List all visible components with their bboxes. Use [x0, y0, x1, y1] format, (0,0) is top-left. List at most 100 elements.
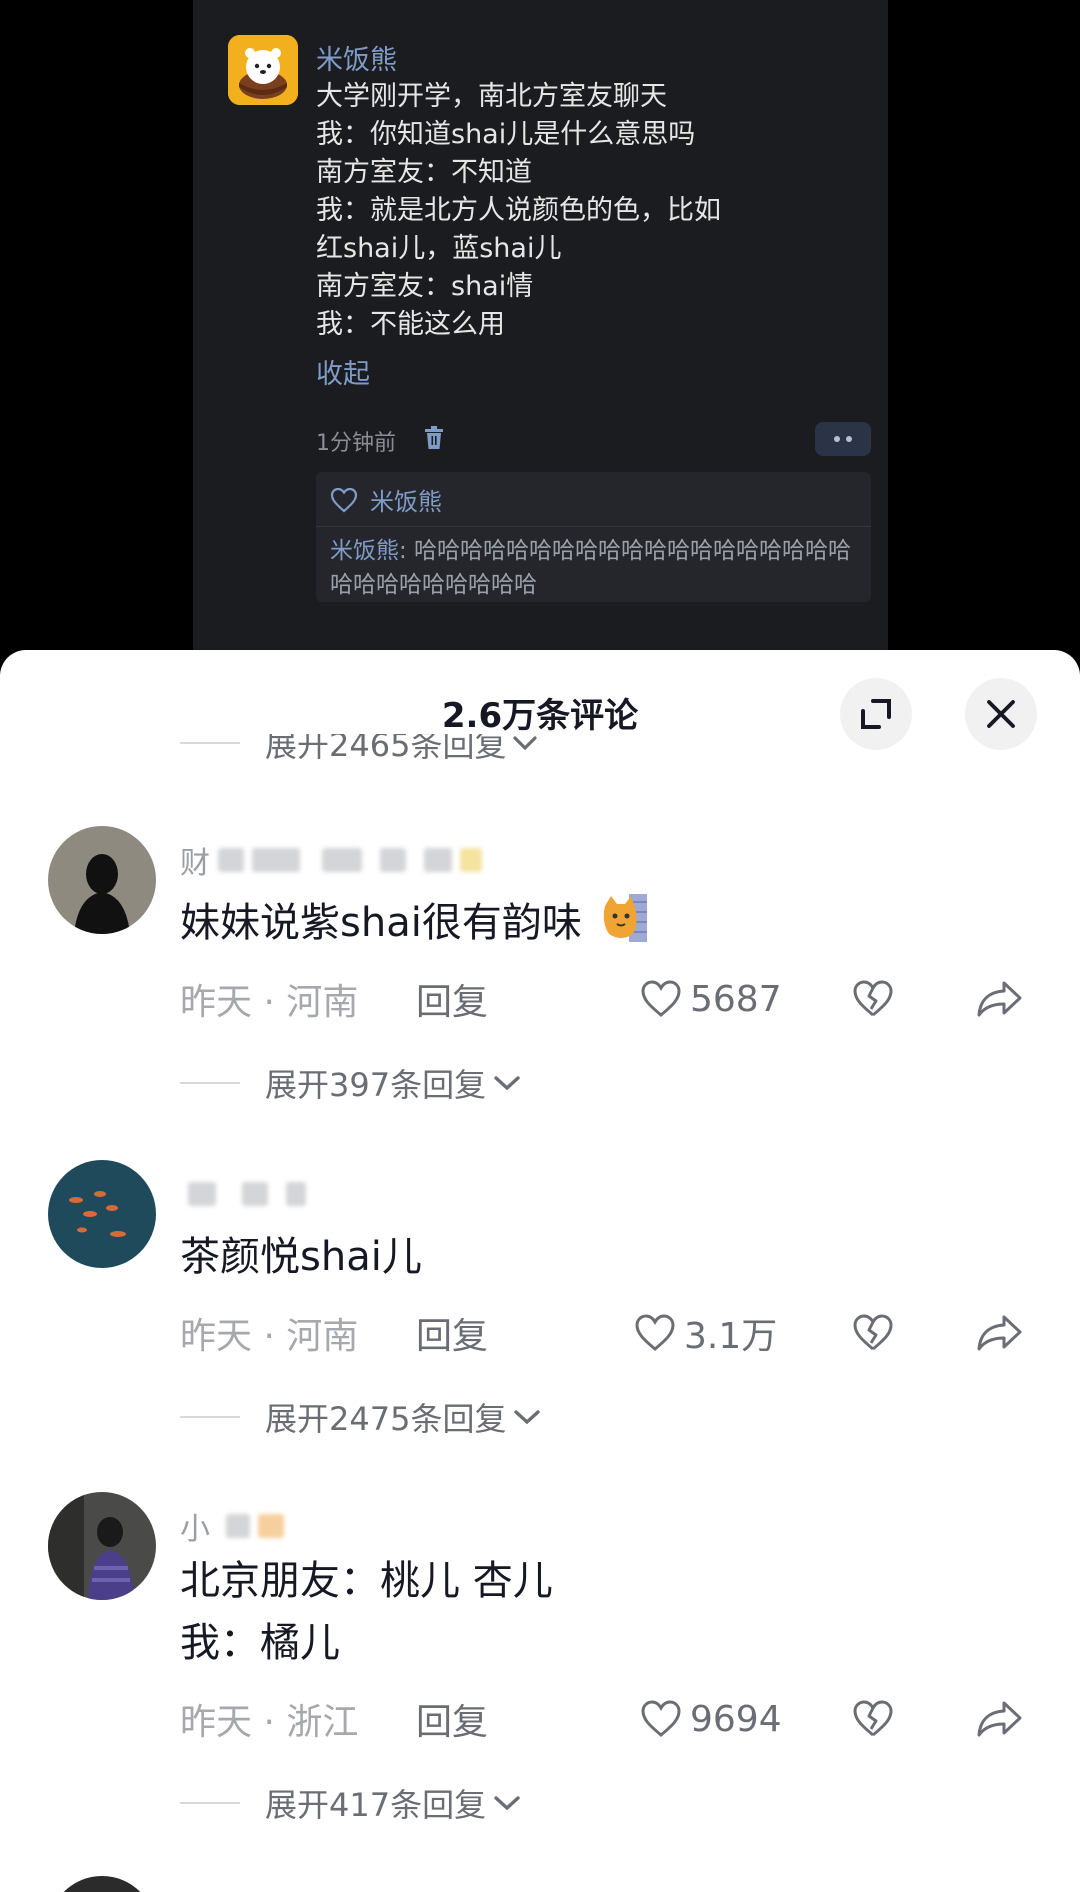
collapse-link[interactable]: 收起: [316, 352, 370, 391]
video-area[interactable]: 米饭熊 大学刚开学，南北方室友聊天 我：你知道shai儿是什么意思吗 南方室友：…: [0, 0, 1080, 660]
post-line: 我：就是北方人说颜色的色，比如: [316, 195, 721, 226]
comment-sheet: 2.6万条评论 展开2465条回复 财 妹妹说紫shai很有韵味 昨天 · 河南…: [0, 650, 1080, 1892]
close-icon: [987, 700, 1015, 728]
username[interactable]: [180, 1174, 306, 1214]
comment-count-title: 2.6万条评论: [441, 696, 639, 736]
share-icon[interactable]: [976, 1313, 1024, 1353]
liked-reply-box: 米饭熊 米饭熊: 哈哈哈哈哈哈哈哈哈哈哈哈哈哈哈哈哈哈哈哈哈哈哈哈哈哈哈哈: [316, 472, 871, 602]
dot-icon: [834, 436, 840, 442]
divider-dash: [180, 742, 240, 744]
post-line: 南方室友：不知道: [316, 157, 532, 188]
like-button[interactable]: 3.1万: [634, 1308, 777, 1358]
comment-line: 茶颜悦shai儿: [180, 1234, 422, 1280]
expand-icon: [861, 699, 891, 729]
comment-line: 我：橘儿: [180, 1620, 340, 1666]
share-icon[interactable]: [976, 1699, 1024, 1739]
username[interactable]: 小: [180, 1506, 284, 1547]
liked-by-name[interactable]: 米饭熊: [370, 482, 442, 517]
avatar[interactable]: [48, 1160, 156, 1268]
chevron-down-icon: [513, 736, 538, 751]
fullscreen-button[interactable]: [840, 678, 912, 750]
chevron-down-icon: [494, 1076, 520, 1091]
chevron-down-icon: [514, 1410, 541, 1425]
blurred-name: [218, 848, 244, 872]
broken-heart-icon[interactable]: [852, 979, 894, 1019]
blurred-name: [322, 848, 362, 872]
comment-meta: 昨天 · 河南 回复: [180, 974, 1060, 1024]
cut-expand-row[interactable]: 展开2465条回复: [180, 734, 538, 770]
reply-text: 米饭熊: 哈哈哈哈哈哈哈哈哈哈哈哈哈哈哈哈哈哈哈哈哈哈哈哈哈哈哈哈: [330, 534, 860, 602]
comment-line: 妹妹说紫shai很有韵味: [180, 900, 582, 946]
post-line: 红shai儿，蓝shai儿: [316, 233, 562, 264]
reply-content: : 哈哈哈哈哈哈哈哈哈哈哈哈哈哈哈哈哈哈哈哈哈哈哈哈哈哈哈哈: [330, 538, 852, 598]
trash-icon[interactable]: [423, 426, 445, 450]
expand-replies-button[interactable]: 展开2475条回复: [180, 1394, 542, 1440]
expand-replies-label: 展开397条回复: [265, 1066, 487, 1104]
reply-author[interactable]: 米饭熊: [330, 538, 399, 564]
blurred-name: [286, 1182, 306, 1206]
expand-replies-label: 展开417条回复: [265, 1786, 487, 1824]
comment-text: 妹妹说紫shai很有韵味: [180, 892, 649, 954]
time-location: 昨天 · 河南: [180, 1316, 359, 1357]
blurred-name: [252, 848, 300, 872]
reply-button[interactable]: 回复: [416, 1307, 488, 1359]
rice-bear-avatar: [228, 35, 298, 105]
heart-outline-icon: [641, 1700, 681, 1737]
post-body: 大学刚开学，南北方室友聊天 我：你知道shai儿是什么意思吗 南方室友：不知道 …: [316, 78, 876, 344]
reply-button[interactable]: 回复: [416, 1693, 488, 1745]
like-count: 3.1万: [684, 1316, 778, 1357]
heart-outline-icon: [641, 980, 681, 1017]
comment-line: 北京朋友：桃儿 杏儿: [180, 1558, 553, 1604]
comment-meta: 昨天 · 浙江 回复: [180, 1694, 1060, 1744]
expand-replies-button[interactable]: 展开417条回复: [180, 1780, 522, 1826]
blurred-name: [242, 1182, 268, 1206]
username[interactable]: 财: [180, 840, 482, 881]
heart-outline-icon: [330, 487, 358, 512]
blurred-name: [188, 1182, 216, 1206]
comment-text: 茶颜悦shai儿: [180, 1226, 422, 1288]
dot-icon: [846, 436, 852, 442]
broken-heart-icon[interactable]: [852, 1313, 894, 1353]
username-text: 小: [180, 1512, 210, 1547]
username-text: 财: [180, 846, 210, 881]
like-count: 9694: [690, 1698, 782, 1740]
post-line: 大学刚开学，南北方室友聊天: [316, 81, 667, 112]
post-line: 南方室友：shai情: [316, 271, 534, 302]
reply-button[interactable]: 回复: [416, 973, 488, 1025]
more-options-button[interactable]: [815, 422, 871, 456]
expand-replies-button[interactable]: 展开397条回复: [180, 1060, 522, 1106]
broken-heart-icon[interactable]: [852, 1699, 894, 1739]
post-time: 1分钟前: [316, 431, 396, 456]
blurred-name: [424, 848, 452, 872]
divider-dash: [180, 1416, 240, 1418]
time-location: 昨天 · 浙江: [180, 1702, 359, 1743]
expand-replies-label: 展开2475条回复: [265, 1400, 507, 1438]
heart-outline-icon: [635, 1314, 675, 1351]
time-location: 昨天 · 河南: [180, 982, 359, 1023]
liked-by-row: 米饭熊: [330, 482, 442, 517]
avatar[interactable]: [48, 826, 156, 934]
divider: [316, 526, 871, 527]
comment-text: 北京朋友：桃儿 杏儿 我：橘儿: [180, 1550, 553, 1674]
expand-replies-label: 展开2465条回复: [265, 734, 507, 764]
post-line: 我：不能这么用: [316, 309, 505, 340]
blurred-badge: [460, 848, 482, 872]
blurred-name: [380, 848, 406, 872]
cat-emoji-icon: [603, 894, 647, 942]
post-author-name[interactable]: 米饭熊: [316, 38, 397, 77]
avatar[interactable]: [48, 1492, 156, 1600]
chevron-down-icon: [494, 1796, 520, 1811]
share-icon[interactable]: [976, 979, 1024, 1019]
blurred-name: [226, 1514, 250, 1538]
like-button[interactable]: 5687: [640, 974, 782, 1024]
like-count: 5687: [690, 978, 782, 1020]
divider-dash: [180, 1802, 240, 1804]
avatar[interactable]: [48, 1876, 156, 1892]
post-line: 我：你知道shai儿是什么意思吗: [316, 119, 696, 150]
blurred-badge: [258, 1514, 284, 1538]
close-button[interactable]: [965, 678, 1037, 750]
comment-meta: 昨天 · 河南 回复: [180, 1308, 1060, 1358]
like-button[interactable]: 9694: [640, 1694, 782, 1744]
divider-dash: [180, 1082, 240, 1084]
screenshot-card: 米饭熊 大学刚开学，南北方室友聊天 我：你知道shai儿是什么意思吗 南方室友：…: [193, 0, 888, 660]
